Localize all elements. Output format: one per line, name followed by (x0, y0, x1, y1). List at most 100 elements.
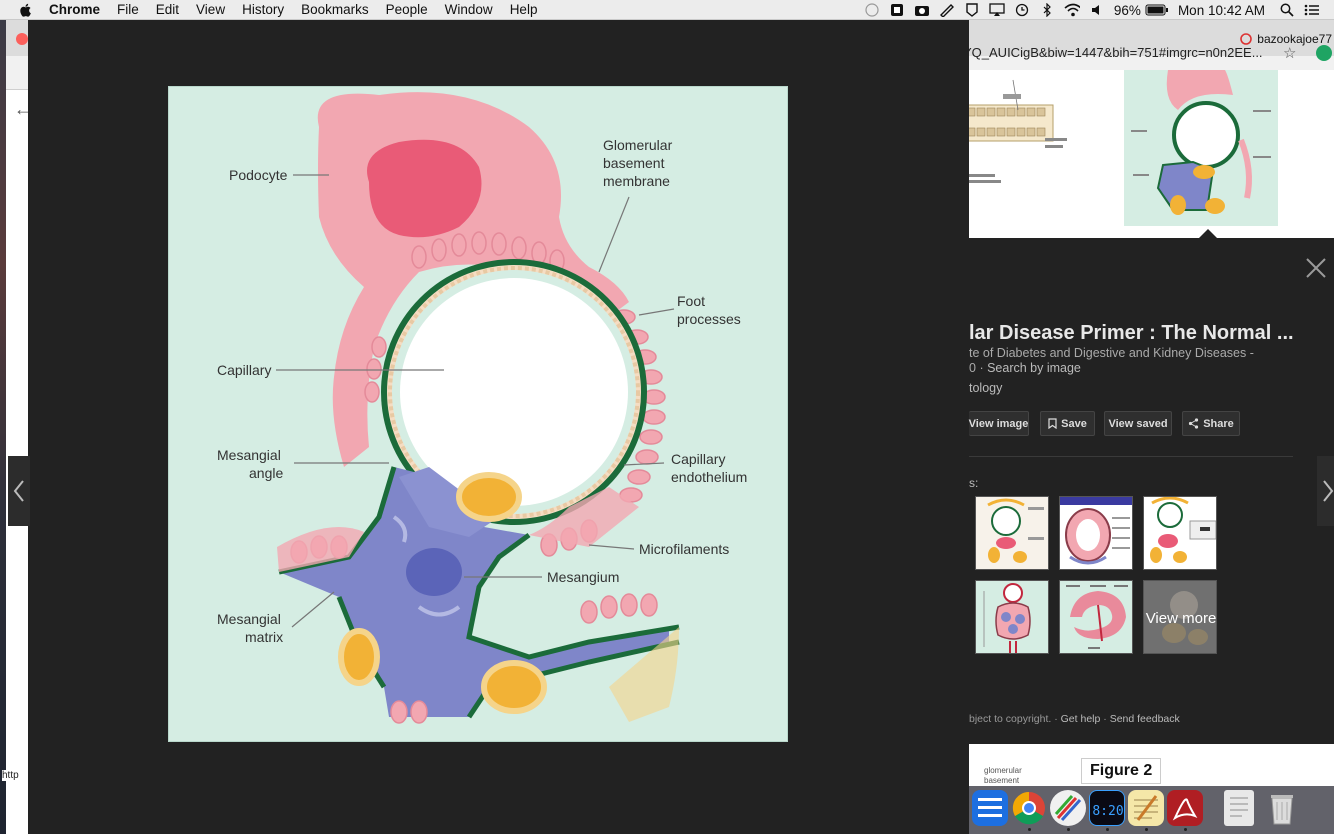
label-mesangial-matrix-2: matrix (245, 629, 283, 645)
view-saved-button[interactable]: View saved (1104, 411, 1172, 436)
related-image-view-more[interactable]: View more (1143, 580, 1217, 654)
time-machine-icon[interactable] (1014, 3, 1030, 17)
label-gbm-2: basement (603, 155, 665, 171)
glomerulus-diagram[interactable]: Podocyte Glomerular basement membrane Fo… (168, 86, 788, 742)
label-podocyte: Podocyte (229, 167, 288, 183)
extension-icon[interactable] (1316, 45, 1332, 61)
label-endothelium-1: Capillary (671, 451, 725, 467)
airplay-icon[interactable] (989, 3, 1005, 17)
view-image-button[interactable]: View image (969, 411, 1029, 436)
bluetooth-icon[interactable] (1039, 3, 1055, 17)
save-label: Save (1061, 417, 1087, 430)
image-category[interactable]: tology (969, 381, 1002, 395)
dock-clock-text: 8:20 (1092, 804, 1123, 819)
share-icon (1189, 418, 1199, 429)
previous-image-button[interactable] (8, 456, 30, 526)
wifi-icon[interactable] (1064, 3, 1080, 17)
menu-edit[interactable]: Edit (156, 2, 179, 17)
battery-icon[interactable] (1145, 3, 1169, 17)
share-label: Share (1203, 417, 1234, 430)
label-capillary: Capillary (217, 362, 271, 378)
trash-icon[interactable] (1264, 790, 1300, 826)
document-file-icon[interactable] (1224, 790, 1254, 826)
image-source-line-2: 0 · Search by image (969, 361, 1081, 375)
address-bar[interactable]: YQ_AUICigB&biw=1447&bih=751#imgrc=n0n2EE… (963, 42, 1303, 64)
menu-bar: Chrome File Edit View History Bookmarks … (0, 0, 1334, 20)
shield-s-icon[interactable] (964, 3, 980, 17)
panel-footer: bject to copyright. · Get help · Send fe… (969, 713, 1180, 725)
label-endothelium-2: endothelium (671, 469, 747, 485)
selected-caret (1199, 229, 1217, 238)
figure-2-heading: Figure 2 (1081, 758, 1162, 784)
window-close-button[interactable] (16, 33, 28, 45)
finder-icon[interactable] (972, 790, 1008, 826)
battery-percent: 96% (1113, 2, 1141, 18)
bookmark-star-icon[interactable]: ☆ (1283, 44, 1296, 62)
view-image-label: View image (968, 417, 1029, 430)
camera-icon[interactable] (914, 3, 930, 17)
menu-window[interactable]: Window (445, 2, 493, 17)
menu-people[interactable]: People (386, 2, 428, 17)
notes-running-indicator (1145, 828, 1148, 831)
label-gbm-1: Glomerular (603, 137, 673, 153)
view-more-label: View more (1144, 581, 1216, 653)
caption-line-1: glomerular (984, 766, 1022, 775)
menu-app-chrome[interactable]: Chrome (49, 2, 100, 17)
related-image-1[interactable] (975, 496, 1049, 570)
view-saved-label: View saved (1108, 417, 1168, 430)
menu-view[interactable]: View (196, 2, 225, 17)
panel-divider (969, 456, 1293, 457)
label-mesangial-matrix-1: Mesangial (217, 611, 281, 627)
status-tray: 96% Mon 10:42 AM (864, 0, 1334, 20)
related-image-2[interactable] (1059, 496, 1133, 570)
get-help-link[interactable]: Get help (1061, 713, 1101, 725)
notes-icon[interactable] (1128, 790, 1164, 826)
chevron-left-icon (13, 480, 24, 502)
paintbrush-running-indicator (1067, 828, 1070, 831)
label-foot-2: processes (677, 311, 741, 327)
next-image-button[interactable] (1317, 456, 1334, 526)
notification-center-icon[interactable] (1304, 3, 1320, 17)
menu-file[interactable]: File (117, 2, 139, 17)
related-image-3[interactable] (1143, 496, 1217, 570)
label-mesangial-angle-1: Mesangial (217, 447, 281, 463)
menu-bookmarks[interactable]: Bookmarks (301, 2, 369, 17)
left-edge-link-text[interactable]: http (2, 770, 19, 781)
spotlight-search-icon[interactable] (1279, 3, 1295, 17)
menu-help[interactable]: Help (510, 2, 538, 17)
related-image-5[interactable] (1059, 580, 1133, 654)
save-button[interactable]: Save (1040, 411, 1095, 436)
clock-running-indicator (1106, 828, 1109, 831)
search-by-image-link[interactable]: Search by image (987, 361, 1081, 375)
related-image-4[interactable] (975, 580, 1049, 654)
image-title[interactable]: lar Disease Primer : The Normal ... (969, 322, 1294, 345)
source-size-fragment: 0 (969, 361, 976, 375)
send-feedback-link[interactable]: Send feedback (1110, 713, 1180, 725)
label-mesangial-angle-2: angle (249, 465, 283, 481)
clock[interactable]: Mon 10:42 AM (1178, 3, 1265, 18)
label-microfilaments: Microfilaments (639, 541, 729, 557)
close-preview-icon[interactable] (1305, 257, 1327, 279)
image-source[interactable]: te of Diabetes and Digestive and Kidney … (969, 346, 1254, 360)
volume-icon[interactable] (1089, 3, 1105, 17)
paintbrush-app-icon[interactable] (1050, 790, 1086, 826)
related-images-label: s: (969, 476, 979, 490)
image-details-panel (969, 238, 1334, 744)
thumbnail-caption: glomerular basement (984, 766, 1022, 786)
glomerulus-illustration: Podocyte Glomerular basement membrane Fo… (217, 92, 747, 724)
chrome-icon[interactable] (1011, 790, 1047, 826)
bookmark-icon (1048, 418, 1057, 429)
apple-icon[interactable] (17, 2, 35, 18)
circle-d-icon[interactable] (864, 3, 880, 17)
clock-app-icon[interactable]: 8:20 (1089, 790, 1125, 826)
acrobat-icon[interactable] (1167, 790, 1203, 826)
acrobat-running-indicator (1184, 828, 1187, 831)
result-thumbnails[interactable] (963, 70, 1334, 238)
share-button[interactable]: Share (1182, 411, 1240, 436)
separator: · (979, 361, 988, 375)
app-square-icon[interactable] (889, 3, 905, 17)
pen-icon[interactable] (939, 3, 955, 17)
chevron-right-icon (1323, 480, 1334, 502)
caption-line-2: basement (984, 776, 1020, 785)
menu-history[interactable]: History (242, 2, 284, 17)
